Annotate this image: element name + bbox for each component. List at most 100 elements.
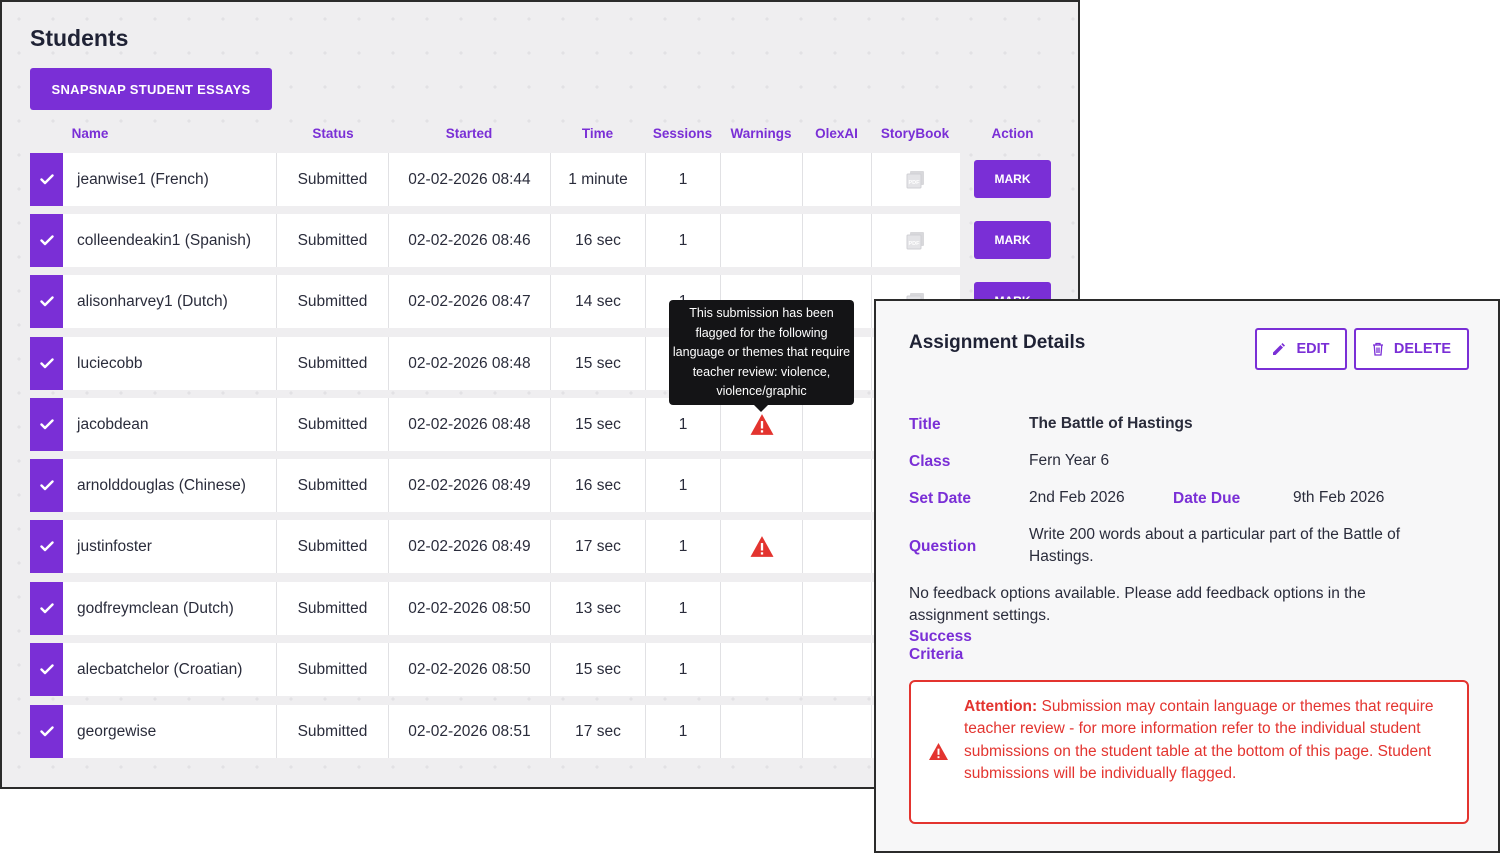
student-name[interactable]: luciecobb [63,337,277,390]
column-header-name[interactable]: Name [30,126,150,141]
student-name[interactable]: georgewise [63,705,277,758]
student-name[interactable]: justinfoster [63,520,277,573]
question-label: Question [909,538,977,555]
column-header-status[interactable]: Status [277,126,389,141]
column-header-time[interactable]: Time [550,126,645,141]
column-header-storybook[interactable]: StoryBook [871,126,959,141]
student-olexai [803,398,872,451]
student-started: 02-02-2026 08:50 [389,582,551,635]
student-sessions: 1 [646,398,721,451]
question-value: Write 200 words about a particular part … [1029,526,1401,565]
success-criteria-label: Success Criteria [909,628,972,663]
check-icon [39,358,54,369]
student-started: 02-02-2026 08:51 [389,705,551,758]
student-started: 02-02-2026 08:48 [389,337,551,390]
student-name[interactable]: jeanwise1 (French) [63,153,277,206]
warning-icon [929,742,948,761]
student-time: 16 sec [551,214,646,267]
row-checkbox[interactable] [30,275,63,328]
table-row: jeanwise1 (French) Submitted 02-02-2026 08… [30,153,960,206]
warning-icon[interactable] [749,413,775,436]
row-checkbox[interactable] [30,643,63,696]
student-status: Submitted [277,337,389,390]
check-icon [39,296,54,307]
title-value: The Battle of Hastings [1029,415,1193,432]
student-sessions: 1 [646,705,721,758]
student-name[interactable]: colleendeakin1 (Spanish) [63,214,277,267]
column-header-sessions[interactable]: Sessions [645,126,720,141]
student-started: 02-02-2026 08:44 [389,153,551,206]
student-status: Submitted [277,705,389,758]
date-due-value: 9th Feb 2026 [1293,489,1385,506]
set-date-value: 2nd Feb 2026 [1029,489,1125,506]
check-icon [39,664,54,675]
student-sessions: 1 [646,582,721,635]
student-olexai [803,153,872,206]
mark-button[interactable]: MARK [974,160,1051,198]
attention-label: Attention: [964,698,1038,715]
column-header-warnings[interactable]: Warnings [720,126,802,141]
row-checkbox[interactable] [30,582,63,635]
column-header-started[interactable]: Started [389,126,549,141]
student-olexai [803,520,872,573]
student-storybook: PDF [872,214,960,267]
svg-text:PDF: PDF [909,180,921,186]
attention-alert: Attention: Submission may contain langua… [909,680,1469,824]
snapsnap-student-essays-button[interactable]: SNAPSNAP STUDENT ESSAYS [30,68,272,110]
student-warnings [721,705,803,758]
edit-button[interactable]: EDIT [1255,328,1347,370]
table-row: georgewise Submitted 02-02-2026 08:51 17 se… [30,705,960,758]
student-started: 02-02-2026 08:48 [389,398,551,451]
student-warnings [721,582,803,635]
table-row: arnolddouglas (Chinese) Submitted 02-02-20… [30,459,960,512]
table-row: jacobdean Submitted 02-02-2026 08:48 15 sec… [30,398,960,451]
check-icon [39,235,54,246]
column-header-action: Action [991,126,1034,141]
pdf-icon[interactable]: PDF [906,231,926,251]
row-checkbox[interactable] [30,705,63,758]
mark-button[interactable]: MARK [974,221,1051,259]
student-time: 14 sec [551,275,646,328]
assignment-details-panel: Assignment Details EDIT DELETE Title The… [874,299,1500,853]
pdf-icon[interactable]: PDF [906,170,926,190]
student-time: 1 minute [551,153,646,206]
attention-message: Attention: Submission may contain langua… [964,696,1444,785]
row-checkbox[interactable] [30,214,63,267]
table-row: colleendeakin1 (Spanish) Submitted 02-02-2… [30,214,960,267]
student-name[interactable]: godfreymclean (Dutch) [63,582,277,635]
student-status: Submitted [277,643,389,696]
row-checkbox[interactable] [30,398,63,451]
student-name[interactable]: alisonharvey1 (Dutch) [63,275,277,328]
student-time: 15 sec [551,337,646,390]
student-sessions: 1 [646,214,721,267]
svg-text:PDF: PDF [909,241,921,247]
table-row: alecbatchelor (Croatian) Submitted 02-02-2… [30,643,960,696]
student-status: Submitted [277,214,389,267]
student-name[interactable]: alecbatchelor (Croatian) [63,643,277,696]
warning-icon[interactable] [749,535,775,558]
check-icon [39,419,54,430]
student-status: Submitted [277,582,389,635]
table-row: justinfoster Submitted 02-02-2026 08:49 17 … [30,520,960,573]
row-checkbox[interactable] [30,337,63,390]
feedback-note: No feedback options available. Please ad… [909,585,1366,624]
date-due-label: Date Due [1173,490,1241,507]
student-started: 02-02-2026 08:46 [389,214,551,267]
student-olexai [803,582,872,635]
delete-button[interactable]: DELETE [1354,328,1469,370]
row-checkbox[interactable] [30,153,63,206]
student-status: Submitted [277,398,389,451]
student-sessions: 1 [646,520,721,573]
student-time: 15 sec [551,398,646,451]
student-name[interactable]: arnolddouglas (Chinese) [63,459,277,512]
row-checkbox[interactable] [30,459,63,512]
column-header-olexai[interactable]: OlexAI [802,126,871,141]
student-time: 16 sec [551,459,646,512]
row-checkbox[interactable] [30,520,63,573]
check-icon [39,541,54,552]
student-status: Submitted [277,275,389,328]
delete-label: DELETE [1393,341,1452,357]
class-label: Class [909,453,951,470]
pencil-icon [1273,343,1286,355]
student-name[interactable]: jacobdean [63,398,277,451]
